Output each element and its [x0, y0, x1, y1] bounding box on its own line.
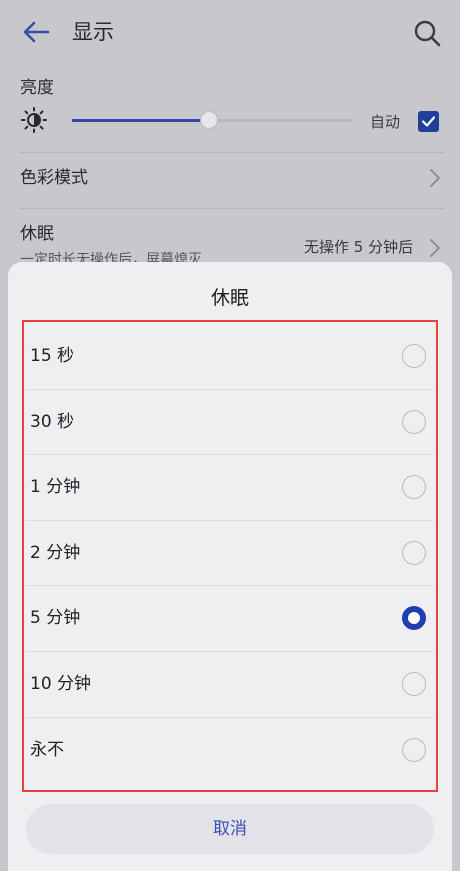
- sleep-dialog: 休眠 15 秒 30 秒 1 分钟 2 分钟 5 分钟 10 分钟永不 取消: [8, 262, 452, 871]
- divider: [20, 208, 444, 209]
- brightness-slider[interactable]: [72, 111, 352, 129]
- chevron-right-icon: [430, 239, 440, 257]
- brightness-label: 亮度: [20, 78, 54, 98]
- list-item[interactable]: 永不: [26, 718, 434, 784]
- chevron-right-icon: [430, 169, 440, 187]
- page-title: 显示: [72, 20, 114, 44]
- radio-unselected[interactable]: [402, 409, 426, 434]
- radio-unselected[interactable]: [402, 344, 426, 368]
- list-item[interactable]: 10 分钟: [26, 652, 434, 718]
- option-label: 2 分钟: [30, 542, 81, 563]
- option-label: 1 分钟: [30, 477, 81, 498]
- screen: 显示 亮度 自动 色彩模式 休眠 一定时长无操作后，屏幕熄灭 无操作 5 分钟后…: [0, 0, 460, 871]
- radio-unselected[interactable]: [402, 737, 426, 762]
- radio-selected[interactable]: [402, 606, 426, 631]
- sleep-label[interactable]: 休眠: [20, 222, 54, 246]
- radio-unselected[interactable]: [402, 540, 426, 565]
- list-item[interactable]: 5 分钟: [26, 586, 434, 652]
- dialog-title: 休眠: [210, 287, 249, 309]
- divider: [20, 152, 444, 153]
- option-label: 永不: [30, 739, 64, 760]
- radio-unselected[interactable]: [402, 671, 426, 696]
- list-item[interactable]: 30 秒: [26, 390, 434, 456]
- checkmark-icon: [421, 116, 436, 127]
- brightness-slider-fill: [72, 119, 210, 122]
- option-label: 5 分钟: [30, 608, 81, 629]
- option-list: 15 秒 30 秒 1 分钟 2 分钟 5 分钟 10 分钟永不: [26, 324, 434, 783]
- option-label: 15 秒: [30, 346, 75, 366]
- auto-brightness-checkbox[interactable]: [418, 111, 439, 132]
- option-label: 10 分钟: [30, 673, 92, 694]
- list-item[interactable]: 2 分钟: [26, 521, 434, 587]
- brightness-icon: [21, 107, 47, 133]
- search-icon[interactable]: [412, 18, 442, 48]
- top-bar: 显示: [0, 0, 460, 66]
- list-item[interactable]: 1 分钟: [26, 455, 434, 521]
- sleep-value: 无操作 5 分钟后: [304, 238, 414, 256]
- cancel-button[interactable]: 取消: [26, 804, 434, 854]
- arrow-left-icon[interactable]: [20, 18, 52, 46]
- brightness-slider-thumb[interactable]: [200, 111, 219, 129]
- option-label: 30 秒: [30, 411, 75, 432]
- color-mode-label[interactable]: 色彩模式: [20, 166, 88, 190]
- list-item[interactable]: 15 秒: [26, 324, 434, 390]
- auto-brightness-label: 自动: [370, 113, 401, 131]
- radio-unselected[interactable]: [402, 475, 426, 500]
